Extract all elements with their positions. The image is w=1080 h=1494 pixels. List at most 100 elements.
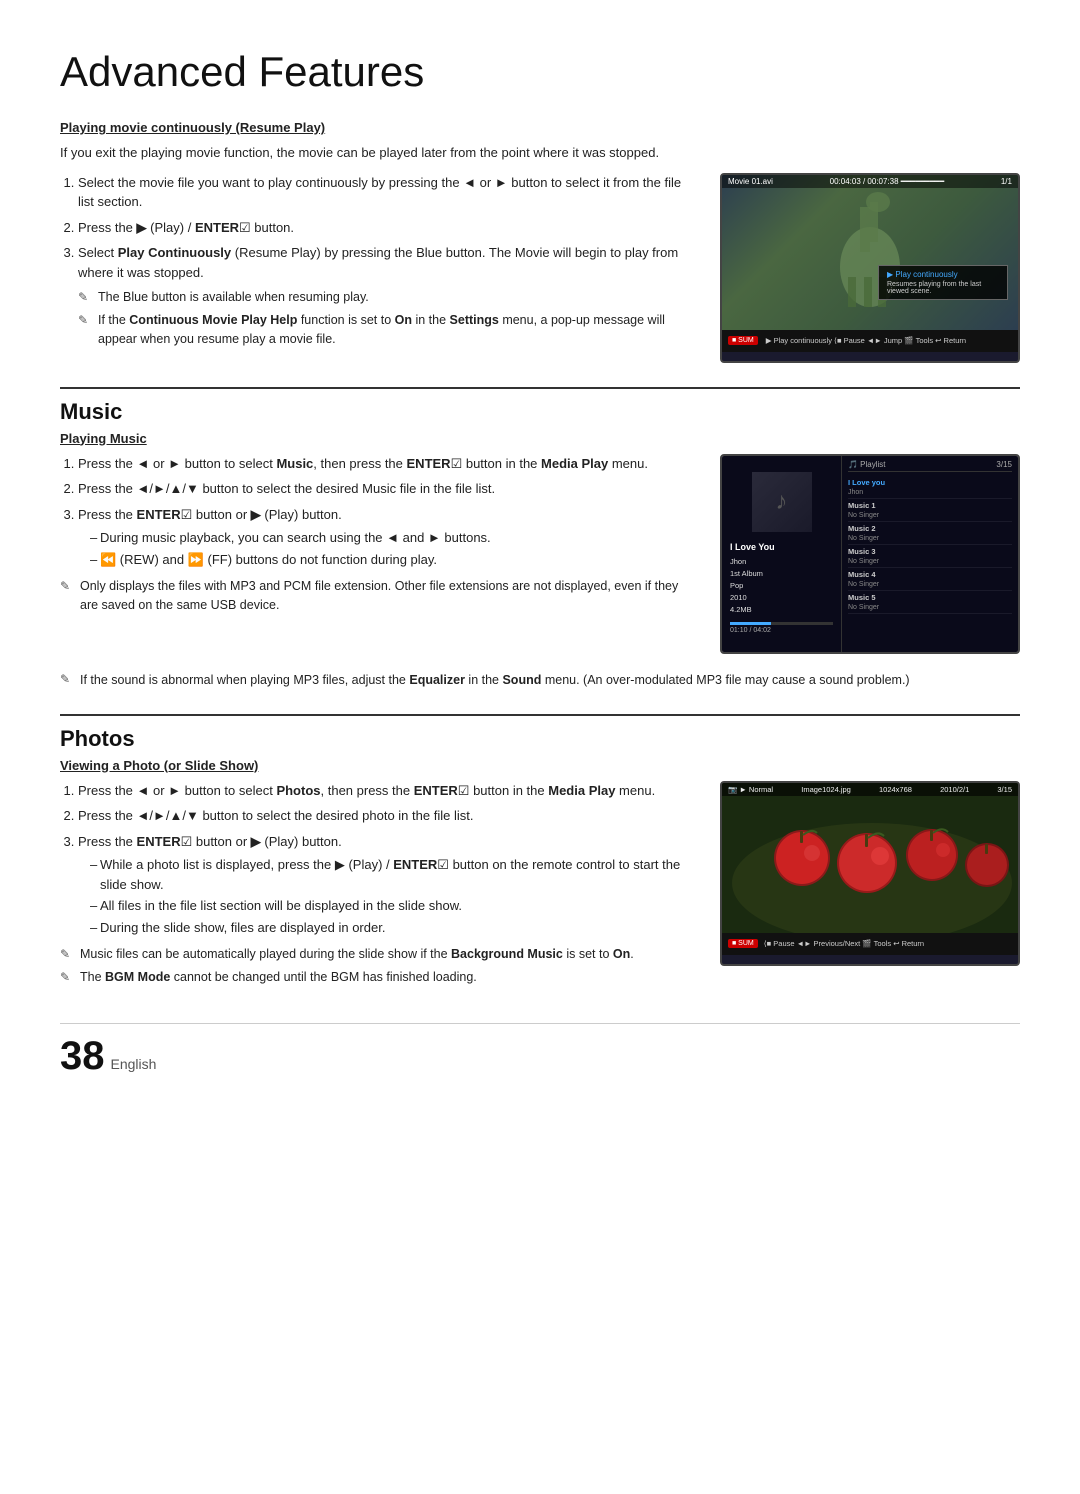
movie-step-1: Select the movie file you want to play c… — [78, 173, 696, 212]
movie-topbar: Movie 01.avi 00:04:03 / 00:07:38 ━━━━━━━… — [722, 175, 1018, 188]
music-note-sound: If the sound is abnormal when playing MP… — [60, 670, 1020, 690]
photos-dash-2: All files in the file list section will … — [90, 896, 696, 916]
movie-subtitle: Playing movie continuously (Resume Play) — [60, 120, 1020, 135]
playlist-item-2-singer: No Singer — [848, 512, 879, 519]
music-song-title: I Love You — [730, 540, 833, 554]
music-right-panel: 🎵 Playlist 3/15 I Love you Jhon Music 1 No… — [842, 456, 1018, 652]
playlist-icon: 🎵 Playlist — [848, 460, 886, 469]
photos-steps: Press the ◄ or ► button to select Photos… — [60, 781, 696, 938]
movie-controls: ▶ Play continuously ⟨■ Pause ◄► Jump 🎬 T… — [766, 336, 966, 345]
movie-note-2: If the Continuous Movie Play Help functi… — [78, 311, 696, 349]
photo-tv-screen: 📷 ► Normal Image1024.jpg 1024x768 2010/2… — [720, 781, 1020, 966]
photos-text-col: Press the ◄ or ► button to select Photos… — [60, 781, 696, 993]
music-title: Music — [60, 399, 1020, 425]
music-album-art: ♪ — [752, 472, 812, 532]
music-step-1: Press the ◄ or ► button to select Music,… — [78, 454, 696, 474]
music-info: I Love You Jhon 1st Album Pop 2010 4.2MB — [730, 540, 833, 616]
photo-controls: ⟨■ Pause ◄► Previous/Next 🎬 Tools ↩ Retu… — [764, 939, 924, 948]
playlist-item-6: Music 5No Singer — [848, 591, 1012, 614]
playlist-item-4-name: Music 3 — [848, 547, 876, 556]
music-section: Music Playing Music Press the ◄ or ► but… — [60, 399, 1020, 690]
playlist-item-1-singer: Jhon — [848, 489, 863, 496]
photo-icon: 📷 ► Normal — [728, 785, 773, 794]
photo-resolution: 1024x768 — [879, 785, 912, 794]
photo-illustration — [722, 783, 1018, 933]
photo-btn-sum: ■ SUM — [728, 939, 758, 948]
playlist-item-3: Music 2 No Singer — [848, 522, 1012, 545]
photos-dash-1: While a photo list is displayed, press t… — [90, 855, 696, 894]
music-step-3: Press the ENTER☑ button or ▶ (Play) butt… — [78, 505, 696, 570]
music-text-col: Press the ◄ or ► button to select Music,… — [60, 454, 696, 654]
movie-count: 1/1 — [1001, 177, 1012, 186]
movie-content-block: Select the movie file you want to play c… — [60, 173, 1020, 363]
music-dash-2: ⏪ (REW) and ⏩ (FF) buttons do not functi… — [90, 550, 696, 570]
movie-popup-desc: Resumes playing from the last viewed sce… — [887, 281, 999, 295]
page-footer: 38 English — [60, 1023, 1020, 1088]
music-notes: Only displays the files with MP3 and PCM… — [60, 577, 696, 615]
playlist-item-2-name: Music 1 — [848, 501, 876, 510]
playlist-item-6-name: Music 5 — [848, 593, 876, 602]
photos-step-2: Press the ◄/►/▲/▼ button to select the d… — [78, 806, 696, 826]
movie-filename: Movie 01.avi — [728, 177, 773, 186]
photos-note-2: The BGM Mode cannot be changed until the… — [60, 968, 696, 987]
playlist-item-5-singer: No Singer — [848, 581, 879, 588]
music-screen-inner: ♪ I Love You Jhon 1st Album Pop 2010 4.2… — [722, 456, 1018, 652]
photo-bottombar: ■ SUM ⟨■ Pause ◄► Previous/Next 🎬 Tools … — [722, 933, 1018, 955]
music-tv-screen: ♪ I Love You Jhon 1st Album Pop 2010 4.2… — [720, 454, 1020, 654]
music-progress-bar — [730, 622, 833, 625]
page-title: Advanced Features — [60, 48, 1020, 96]
music-artist: Jhon — [730, 556, 833, 568]
movie-note-1: The Blue button is available when resumi… — [78, 288, 696, 307]
photos-subtitle: Viewing a Photo (or Slide Show) — [60, 758, 1020, 773]
music-note-1: Only displays the files with MP3 and PCM… — [60, 577, 696, 615]
page-language: English — [111, 1040, 157, 1088]
movie-screen-col: Movie 01.avi 00:04:03 / 00:07:38 ━━━━━━━… — [720, 173, 1020, 363]
photo-count: 3/15 — [997, 785, 1012, 794]
music-progress: 01:10 / 04:02 — [730, 622, 833, 634]
photo-bg: 📷 ► Normal Image1024.jpg 1024x768 2010/2… — [722, 783, 1018, 933]
playlist-item-5-name: Music 4 — [848, 570, 876, 579]
music-bottombar: ■ SUM ⟨■ Pause ◄► Jump 🎬 Tools ↩ Return — [722, 652, 1018, 654]
movie-popup-title: ▶ Play continuously — [887, 270, 999, 279]
music-dash-1: During music playback, you can search us… — [90, 528, 696, 548]
playlist-item-1-name: I Love you — [848, 478, 885, 487]
photo-filename: Image1024.jpg — [801, 785, 851, 794]
movie-step-2: Press the ▶ (Play) / ENTER☑ button. — [78, 218, 696, 238]
photos-screen-col: 📷 ► Normal Image1024.jpg 1024x768 2010/2… — [720, 781, 1020, 993]
movie-step-3: Select Play Continuously (Resume Play) b… — [78, 243, 696, 348]
music-subtitle: Playing Music — [60, 431, 1020, 446]
photos-dash-notes: While a photo list is displayed, press t… — [78, 855, 696, 937]
page-number: 38 — [60, 1034, 105, 1079]
music-album: 1st Album — [730, 568, 833, 580]
movie-tv-screen: Movie 01.avi 00:04:03 / 00:07:38 ━━━━━━━… — [720, 173, 1020, 363]
photos-divider — [60, 714, 1020, 716]
music-dash-notes: During music playback, you can search us… — [78, 528, 696, 569]
music-screen-col: ♪ I Love You Jhon 1st Album Pop 2010 4.2… — [720, 454, 1020, 654]
music-divider — [60, 387, 1020, 389]
playlist-item-3-singer: No Singer — [848, 535, 879, 542]
playlist-item-4: Music 3 No Singer — [848, 545, 1012, 568]
music-size: 4.2MB — [730, 604, 833, 616]
music-left-panel: ♪ I Love You Jhon 1st Album Pop 2010 4.2… — [722, 456, 842, 652]
playlist-item-3-name: Music 2 — [848, 524, 876, 533]
photos-title: Photos — [60, 726, 1020, 752]
photos-dash-3: During the slide show, files are display… — [90, 918, 696, 938]
playlist-item-1: I Love you Jhon — [848, 476, 1012, 499]
movie-steps: Select the movie file you want to play c… — [60, 173, 696, 349]
movie-text-col: Select the movie file you want to play c… — [60, 173, 696, 363]
photos-content-block: Press the ◄ or ► button to select Photos… — [60, 781, 1020, 993]
photos-step-3: Press the ENTER☑ button or ▶ (Play) butt… — [78, 832, 696, 938]
music-step-2: Press the ◄/►/▲/▼ button to select the d… — [78, 479, 696, 499]
music-genre: Pop — [730, 580, 833, 592]
music-progress-fill — [730, 622, 771, 625]
movie-step3-notes: The Blue button is available when resumi… — [78, 288, 696, 348]
photo-topbar: 📷 ► Normal Image1024.jpg 1024x768 2010/2… — [722, 783, 1018, 796]
movie-bg: Movie 01.avi 00:04:03 / 00:07:38 ━━━━━━━… — [722, 175, 1018, 330]
playlist-count: 3/15 — [996, 460, 1012, 469]
movie-time: 00:04:03 / 00:07:38 ━━━━━━━━━ — [830, 177, 945, 186]
playlist-item-4-singer: No Singer — [848, 558, 879, 565]
music-year: 2010 — [730, 592, 833, 604]
movie-intro: If you exit the playing movie function, … — [60, 143, 1020, 163]
photos-section: Photos Viewing a Photo (or Slide Show) P… — [60, 726, 1020, 993]
music-content-block: Press the ◄ or ► button to select Music,… — [60, 454, 1020, 654]
